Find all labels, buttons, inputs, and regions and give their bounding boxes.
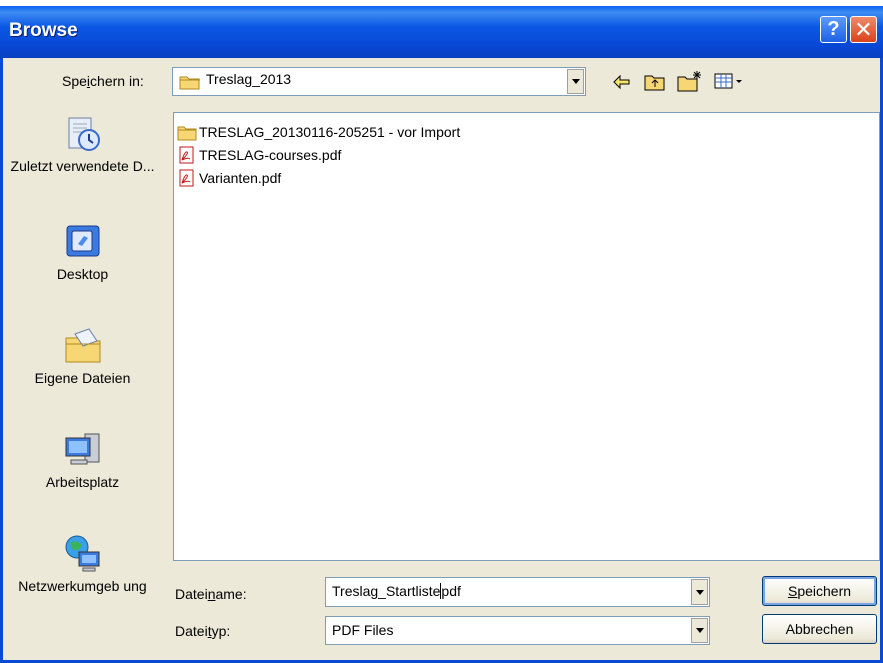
pdf-file-icon	[179, 169, 194, 187]
my-documents-icon	[65, 328, 100, 363]
back-arrow-icon[interactable]	[613, 74, 631, 90]
location-value: Treslag_2013	[206, 71, 292, 87]
cancel-button[interactable]: Abbrechen	[762, 614, 877, 644]
save-button[interactable]: Speichern	[762, 576, 877, 606]
list-item-folder[interactable]: TRESLAG_20130116-205251 - vor Import	[177, 122, 460, 142]
help-button[interactable]: ?	[820, 16, 847, 43]
recent-documents-icon	[68, 117, 100, 151]
folder-icon	[179, 76, 200, 90]
list-item-pdf[interactable]: TRESLAG-courses.pdf	[177, 145, 341, 165]
list-item-pdf[interactable]: Varianten.pdf	[177, 168, 281, 188]
location-dropdown-arrow[interactable]	[567, 69, 584, 94]
filetype-dropdown-arrow[interactable]	[691, 618, 708, 643]
folder-up-icon[interactable]	[644, 72, 666, 92]
place-my-computer[interactable]: Arbeitsplatz	[6, 430, 159, 491]
filename-field[interactable]: Treslag_Startlistepdf	[325, 577, 710, 607]
view-menu-icon[interactable]	[714, 72, 744, 90]
location-label: Speichern in:	[62, 73, 144, 89]
filetype-value: PDF Files	[332, 622, 394, 638]
filename-label: Dateiname:	[175, 586, 247, 602]
window-title: Browse	[9, 20, 78, 41]
place-my-documents[interactable]: Eigene Dateien	[6, 326, 159, 387]
place-recent[interactable]: Zuletzt verwendete D...	[6, 114, 159, 175]
filename-value: Treslag_Startliste	[332, 583, 441, 599]
location-combobox[interactable]: Treslag_2013	[172, 67, 586, 96]
browse-dialog: Browse ? ✕ Speichern in: Treslag_2013 Zu…	[0, 6, 883, 663]
filename-dropdown-arrow[interactable]	[691, 579, 708, 605]
filename-extension: pdf	[441, 583, 461, 599]
filetype-select[interactable]: PDF Files	[325, 616, 710, 645]
my-computer-icon	[65, 433, 99, 465]
place-desktop[interactable]: Desktop	[6, 222, 159, 283]
network-places-icon	[65, 535, 99, 572]
new-folder-icon[interactable]	[677, 70, 703, 92]
place-network[interactable]: Netzwerkumgeb ung	[6, 534, 159, 595]
title-bar[interactable]: Browse ? ✕	[0, 6, 883, 58]
desktop-icon	[66, 225, 99, 257]
pdf-file-icon	[179, 146, 194, 164]
filetype-label: Dateityp:	[175, 623, 231, 639]
folder-icon	[177, 126, 197, 141]
places-bar: Zuletzt verwendete D... Desktop Eigene D…	[6, 104, 159, 652]
file-list[interactable]: TRESLAG_20130116-205251 - vor Import TRE…	[173, 112, 880, 561]
close-button[interactable]: ✕	[850, 16, 877, 43]
